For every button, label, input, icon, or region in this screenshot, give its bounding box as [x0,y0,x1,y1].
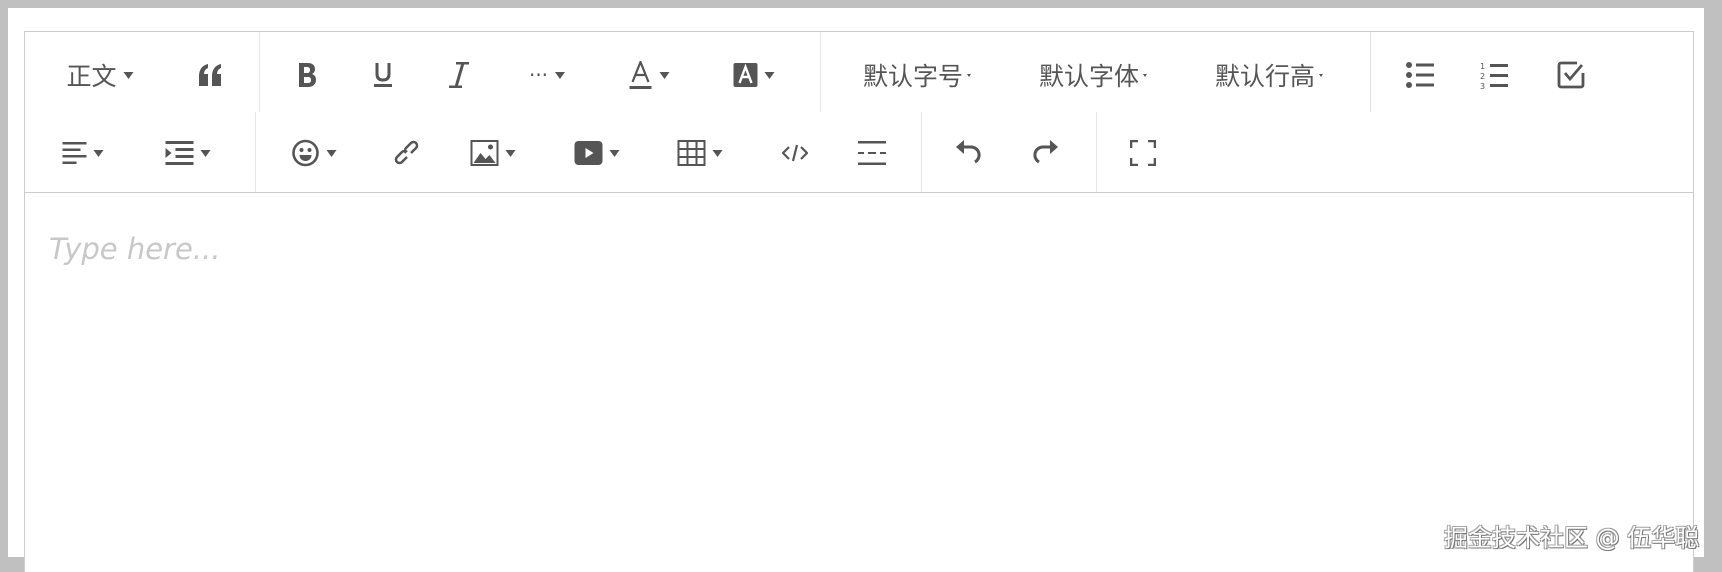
underline-button[interactable] [373,62,393,88]
code-button[interactable] [782,144,808,162]
caret-down-icon [1319,73,1324,77]
video-icon [574,141,603,165]
redo-icon [1033,140,1058,164]
indent-dropdown[interactable] [165,141,211,165]
link-icon [394,140,419,165]
numbered-list-button[interactable]: 123 [1480,61,1508,89]
fullscreen-icon [1130,140,1156,166]
redo-button[interactable] [1031,139,1059,167]
bold-icon [299,63,316,87]
fullscreen-button[interactable] [1130,140,1156,166]
emoji-icon [292,139,319,167]
font-size-dropdown[interactable]: 默认字号 [863,57,972,93]
divider-button[interactable] [858,141,886,165]
todo-button[interactable] [1557,61,1585,89]
undo-icon [956,140,981,164]
caret-down-icon [93,149,104,157]
italic-icon [449,62,469,88]
toolbar-divider [1370,32,1371,112]
caret-down-icon [200,149,211,157]
video-dropdown[interactable] [574,141,620,165]
toolbar-divider [820,32,821,112]
rich-text-editor: 正文 ··· 默认字号 默认字体 默认行高 123 Type here... [24,31,1694,572]
bulleted-list-button[interactable] [1406,62,1434,88]
background-color-dropdown[interactable] [733,63,775,87]
heading-dropdown[interactable]: 正文 [66,57,134,93]
svg-text:3: 3 [1480,82,1485,89]
caret-down-icon [555,71,566,79]
indent-icon [165,141,194,165]
italic-button[interactable] [448,62,470,88]
link-button[interactable] [393,139,421,167]
svg-text:2: 2 [1480,72,1485,81]
toolbar-divider [1096,112,1097,192]
code-icon [782,144,808,162]
todo-icon [1557,61,1585,89]
numbered-list-icon: 123 [1480,62,1508,89]
bulleted-list-icon [1406,62,1434,88]
font-color-icon [629,61,652,89]
toolbar-divider [921,112,922,192]
image-dropdown[interactable] [470,140,516,166]
font-family-dropdown[interactable]: 默认字体 [1039,57,1148,93]
more-icon: ··· [528,63,549,87]
more-style-dropdown[interactable]: ··· [528,63,566,87]
undo-button[interactable] [955,139,983,167]
table-icon [677,140,706,166]
toolbar: 正文 ··· 默认字号 默认字体 默认行高 123 [25,32,1693,193]
caret-down-icon [764,71,775,79]
divider-icon [858,141,886,165]
caret-down-icon [505,149,516,157]
caret-down-icon [609,149,620,157]
caret-down-icon [659,71,670,79]
watermark: 掘金技术社区 @ 伍华聪 [1444,524,1700,552]
caret-down-icon [123,71,134,79]
table-dropdown[interactable] [677,140,723,166]
toolbar-divider [255,112,256,192]
font-color-dropdown[interactable] [629,61,670,89]
quote-icon [199,64,221,86]
caret-down-icon [712,149,723,157]
align-dropdown[interactable] [62,142,104,164]
line-height-dropdown[interactable]: 默认行高 [1215,57,1324,93]
caret-down-icon [967,73,972,77]
toolbar-divider [259,32,260,112]
emoji-dropdown[interactable] [292,139,337,167]
editor-placeholder[interactable]: Type here... [49,232,220,266]
quote-button[interactable] [197,64,223,86]
bold-button[interactable] [297,62,317,88]
background-color-icon [733,63,758,87]
align-icon [62,142,87,164]
caret-down-icon [326,149,337,157]
svg-text:1: 1 [1480,62,1485,71]
image-icon [470,140,499,166]
caret-down-icon [1143,73,1148,77]
underline-icon [374,63,392,87]
